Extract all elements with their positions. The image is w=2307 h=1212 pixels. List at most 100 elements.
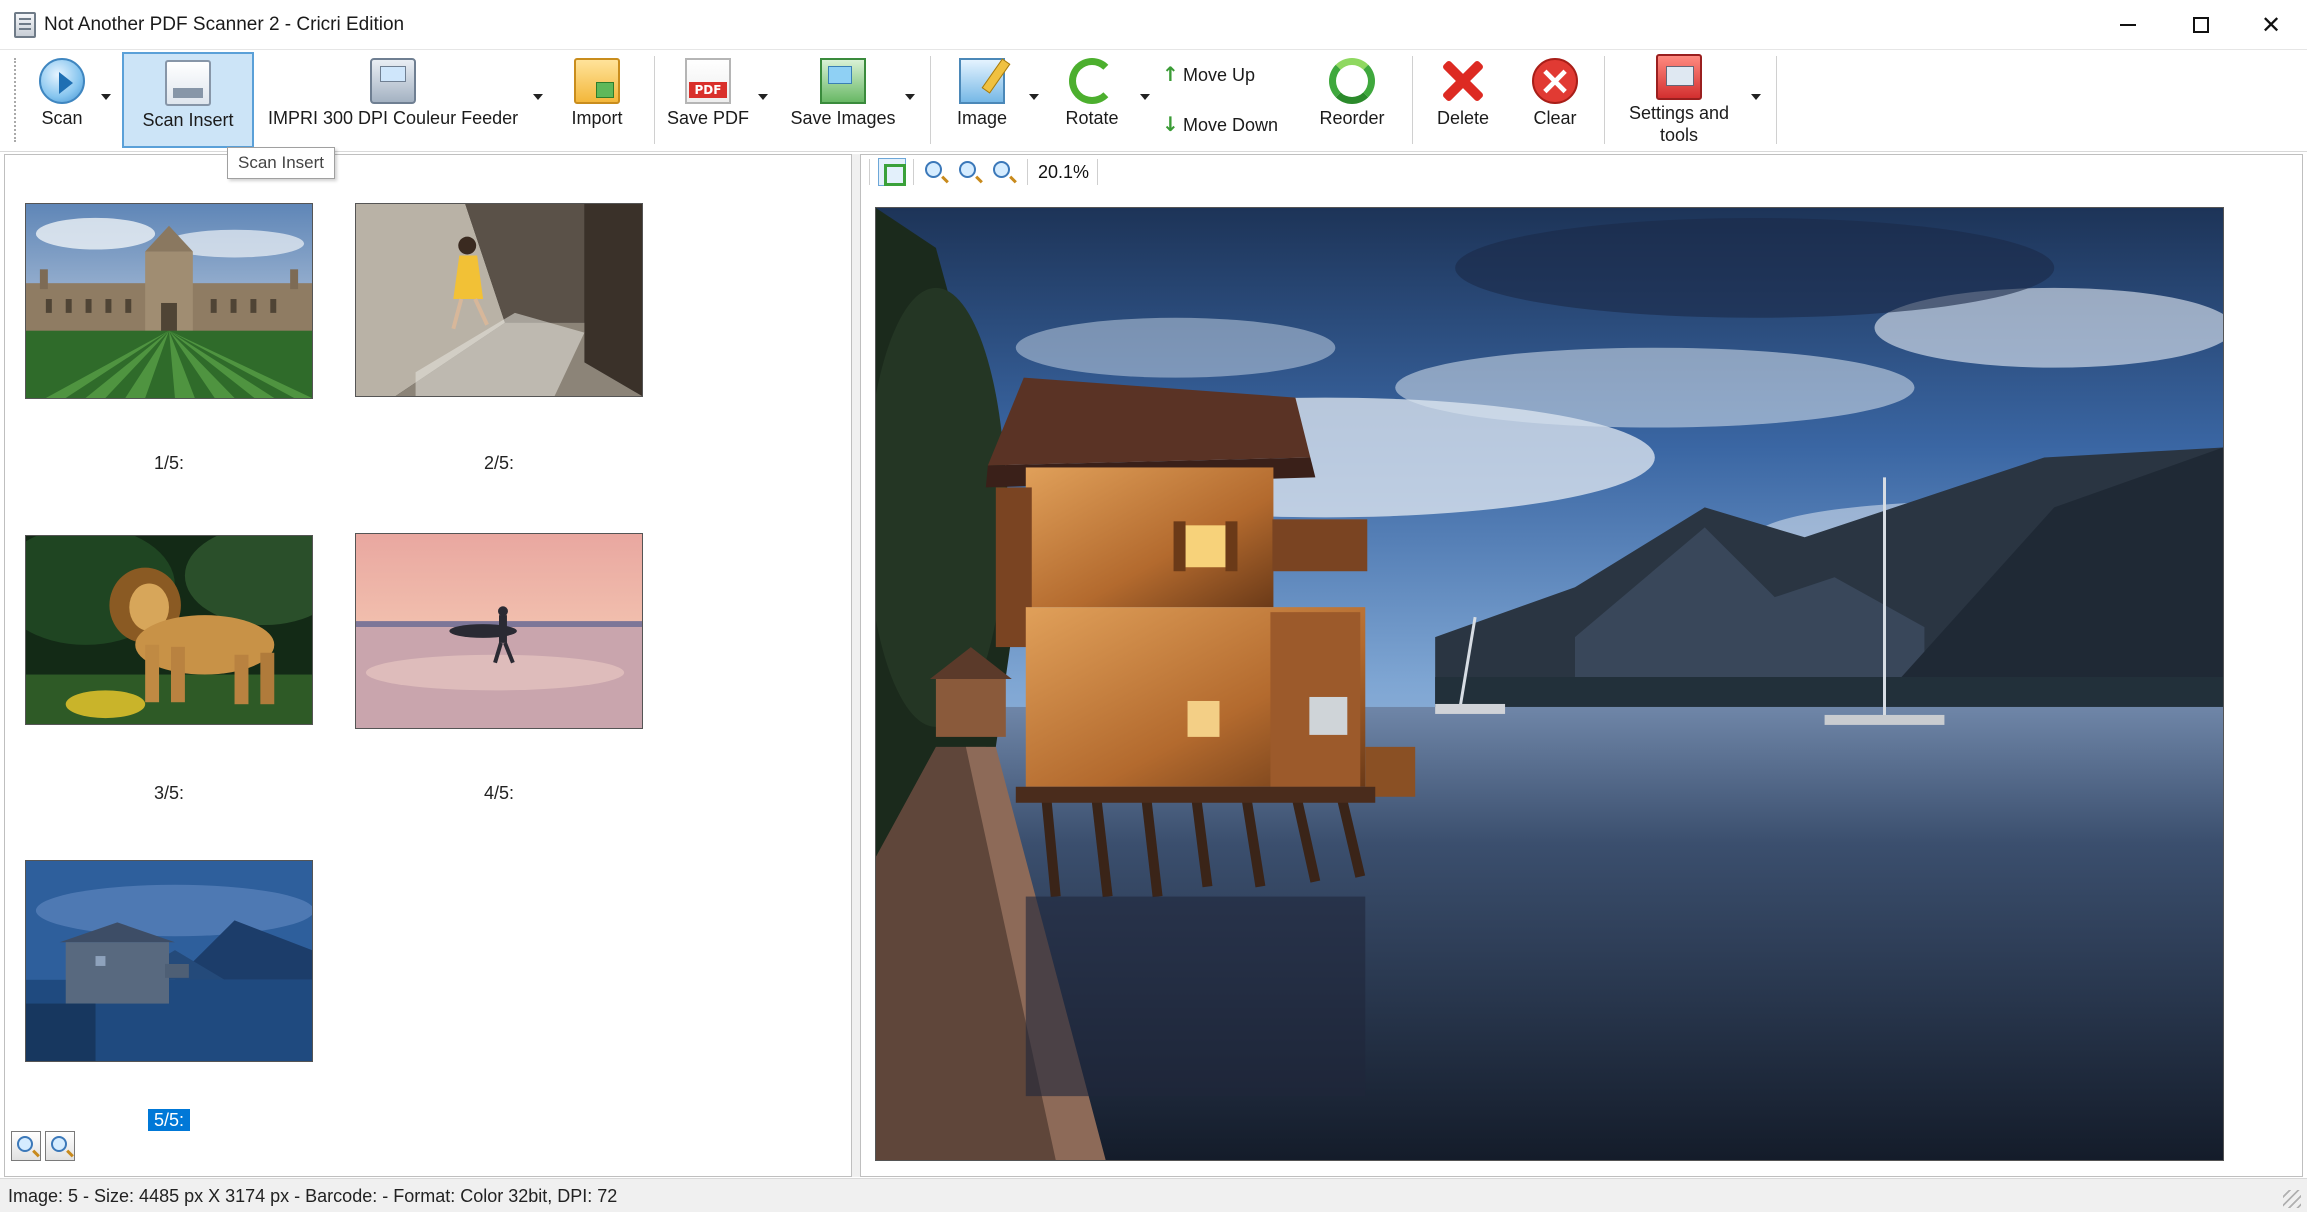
thumbnail-caption: 4/5: — [483, 783, 515, 803]
thumbnail-zoom-out-button[interactable] — [11, 1131, 41, 1161]
title-bar: Not Another PDF Scanner 2 - Cricri Editi… — [0, 0, 2307, 50]
import-button[interactable]: Import — [557, 52, 637, 148]
viewer-toolbar-separator — [913, 159, 914, 185]
save-images-dropdown-icon[interactable] — [905, 94, 915, 100]
device-label: IMPRI 300 DPI Couleur Feeder — [268, 108, 519, 128]
scan-icon — [39, 58, 85, 104]
zoom-actual-button[interactable] — [921, 158, 949, 186]
boathouse-thumbnail — [26, 861, 314, 1061]
settings-label-line2: tools — [1659, 125, 1699, 145]
device-button[interactable]: IMPRI 300 DPI Couleur Feeder — [268, 52, 518, 148]
surfer-thumbnail — [356, 534, 642, 728]
import-label: Import — [571, 108, 623, 128]
settings-tools-button[interactable]: Settings and tools — [1614, 52, 1744, 148]
scanner-icon — [370, 58, 416, 104]
settings-label: Settings and tools — [1614, 102, 1744, 146]
pdf-icon — [685, 58, 731, 104]
reorder-button[interactable]: Reorder — [1308, 52, 1396, 148]
scan-insert-button[interactable]: Scan Insert — [122, 52, 254, 148]
toolbar-separator — [1412, 56, 1413, 144]
image-edit-icon — [959, 58, 1005, 104]
maximize-button[interactable] — [2166, 0, 2236, 50]
thumbnail-image[interactable] — [0, 526, 344, 725]
folder-icon — [574, 58, 620, 104]
close-button[interactable]: ✕ — [2236, 0, 2306, 50]
rotate-button[interactable]: Rotate — [1052, 52, 1132, 148]
preview-image[interactable] — [875, 207, 2224, 1161]
toolbar-separator — [654, 56, 655, 144]
minimize-icon — [2120, 24, 2136, 26]
settings-icon — [1656, 54, 1702, 100]
zoom-actual-icon — [925, 161, 942, 178]
corridor-thumbnail — [356, 204, 642, 396]
move-up-button[interactable]: ↑ Move Up — [1162, 62, 1255, 86]
zoom-out-button[interactable] — [989, 158, 1017, 186]
viewer-toolbar-separator — [1027, 159, 1028, 185]
settings-dropdown-icon[interactable] — [1751, 94, 1761, 100]
college-thumbnail — [26, 204, 312, 398]
zoom-level: 20.1% — [1038, 162, 1090, 182]
reorder-icon — [1329, 58, 1375, 104]
clear-icon — [1532, 58, 1578, 104]
thumbnail-caption: 3/5: — [153, 783, 185, 803]
status-text: Image: 5 - Size: 4485 px X 3174 px - Bar… — [8, 1186, 618, 1206]
rotate-dropdown-icon[interactable] — [1140, 94, 1150, 100]
save-pdf-button[interactable]: Save PDF — [664, 52, 752, 148]
scan-label: Scan — [41, 108, 83, 128]
scan-insert-label: Scan Insert — [142, 110, 234, 130]
scan-insert-icon — [165, 60, 211, 106]
toolbar: Scan Scan Insert IMPRI 300 DPI Couleur F… — [0, 50, 2307, 152]
zoom-in-icon — [51, 1136, 67, 1152]
zoom-in-icon — [959, 161, 976, 178]
image-dropdown-icon[interactable] — [1029, 94, 1039, 100]
thumbnail-image[interactable] — [355, 203, 643, 397]
save-images-button[interactable]: Save Images — [784, 52, 902, 148]
toolbar-grip[interactable] — [14, 58, 18, 142]
save-images-icon — [820, 58, 866, 104]
image-label: Image — [956, 108, 1008, 128]
scan-button[interactable]: Scan — [26, 52, 98, 148]
thumbnail-caption-selected: 5/5: — [25, 1109, 313, 1131]
status-bar: Image: 5 - Size: 4485 px X 3174 px - Bar… — [0, 1178, 2307, 1212]
save-pdf-dropdown-icon[interactable] — [758, 94, 768, 100]
delete-label: Delete — [1436, 108, 1490, 128]
close-icon: ✕ — [2260, 11, 2282, 39]
reorder-label: Reorder — [1319, 108, 1385, 128]
thumbnail-image[interactable] — [25, 203, 313, 399]
arrow-up-icon: ↑ — [1162, 62, 1179, 86]
clear-button[interactable]: Clear — [1514, 52, 1596, 148]
save-images-label: Save Images — [790, 108, 896, 128]
fit-to-window-button[interactable] — [878, 158, 906, 186]
thumbnail-image[interactable] — [25, 860, 314, 1062]
viewer-toolbar-separator — [869, 159, 870, 185]
boathouse-preview — [876, 208, 2223, 1160]
image-button[interactable]: Image — [942, 52, 1022, 148]
toolbar-separator — [930, 56, 931, 144]
save-pdf-label: Save PDF — [666, 108, 750, 128]
toolbar-separator — [1604, 56, 1605, 144]
thumbnail-caption: 2/5: — [483, 453, 515, 473]
delete-button[interactable]: Delete — [1422, 52, 1504, 148]
device-dropdown-icon[interactable] — [533, 94, 543, 100]
lion-thumbnail — [0, 526, 344, 724]
zoom-in-button[interactable] — [955, 158, 983, 186]
resize-grip[interactable] — [2283, 1190, 2301, 1208]
pane-splitter[interactable] — [852, 154, 860, 1177]
thumbnail-zoom-in-button[interactable] — [45, 1131, 75, 1161]
maximize-icon — [2193, 17, 2209, 33]
rotate-icon — [1069, 58, 1115, 104]
clear-label: Clear — [1533, 108, 1577, 128]
zoom-out-icon — [17, 1136, 33, 1152]
delete-icon — [1440, 58, 1486, 104]
settings-label-line1: Settings and — [1628, 103, 1730, 123]
arrow-down-icon: ↓ — [1162, 112, 1179, 136]
image-viewer[interactable]: 20.1% — [860, 154, 2303, 1177]
thumbnail-pane[interactable]: 1/5: 2/5: 3/5: 4/5: 5/5: — [0, 154, 852, 1177]
rotate-label: Rotate — [1065, 108, 1119, 128]
thumbnail-image[interactable] — [355, 533, 643, 729]
thumbnail-caption: 1/5: — [153, 453, 185, 473]
zoom-out-icon — [993, 161, 1010, 178]
scan-dropdown-icon[interactable] — [101, 94, 111, 100]
move-down-button[interactable]: ↓ Move Down — [1162, 112, 1278, 136]
minimize-button[interactable] — [2092, 0, 2162, 50]
